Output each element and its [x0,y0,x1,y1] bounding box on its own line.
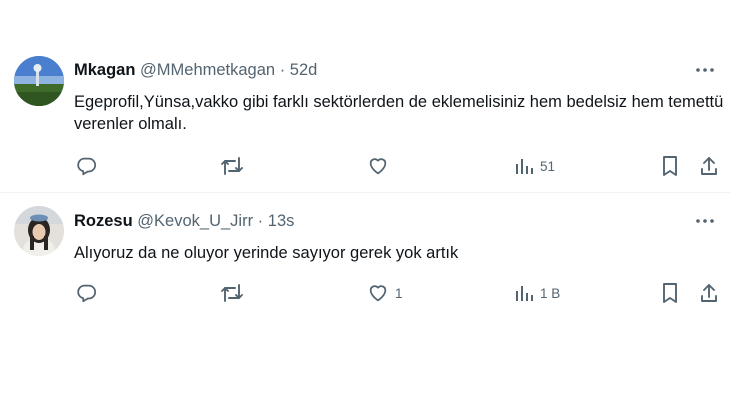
like-icon [367,282,389,304]
bookmark-icon [660,282,680,304]
display-name[interactable]: Mkagan [74,61,135,79]
like-icon [367,155,389,177]
reply-icon [75,282,97,304]
avatar[interactable] [14,206,64,256]
tweet[interactable]: Mkagan @MMehmetkagan · 52d Egeprofil,Yün… [0,50,730,193]
tweet[interactable]: Rozesu @Kevok_U_Jirr · 13s Alıyoruz da n… [0,193,730,343]
views-button[interactable]: 1 B [514,281,560,305]
repost-button[interactable] [220,154,250,178]
action-bar: 1 1 B [0,281,730,305]
timestamp[interactable]: 13s [268,212,295,230]
reply-button[interactable] [75,154,103,178]
user-handle[interactable]: @MMehmetkagan [140,61,275,79]
views-icon [514,156,534,176]
tweet-text: Egeprofil,Yünsa,vakko gibi farklı sektör… [74,93,724,133]
share-icon [699,155,719,177]
share-button[interactable] [699,281,719,305]
repost-icon [220,155,244,177]
avatar[interactable] [14,56,64,106]
repost-icon [220,282,244,304]
like-button[interactable]: 1 [367,281,403,305]
separator: · [257,212,264,230]
tweet-header: Mkagan @MMehmetkagan · 52d [74,60,317,80]
views-icon [514,283,534,303]
reply-button[interactable] [75,281,103,305]
views-count: 1 B [540,285,561,301]
bookmark-button[interactable] [660,154,680,178]
tweet-header: Rozesu @Kevok_U_Jirr · 13s [74,211,294,231]
tweet-text: Alıyoruz da ne oluyor yerinde sayıyor ge… [74,244,459,262]
views-button[interactable]: 51 [514,154,555,178]
bookmark-icon [660,155,680,177]
reply-icon [75,155,97,177]
more-icon[interactable] [694,213,716,229]
tweet-feed: Mkagan @MMehmetkagan · 52d Egeprofil,Yün… [0,0,730,420]
display-name[interactable]: Rozesu [74,212,133,230]
repost-button[interactable] [220,281,250,305]
separator: · [279,61,286,79]
action-bar: 51 [0,154,730,178]
share-button[interactable] [699,154,719,178]
like-button[interactable] [367,154,395,178]
share-icon [699,282,719,304]
views-count: 51 [540,158,556,174]
more-icon[interactable] [694,62,716,78]
bookmark-button[interactable] [660,281,680,305]
user-handle[interactable]: @Kevok_U_Jirr [137,212,253,230]
like-count: 1 [395,285,403,301]
timestamp[interactable]: 52d [290,61,318,79]
